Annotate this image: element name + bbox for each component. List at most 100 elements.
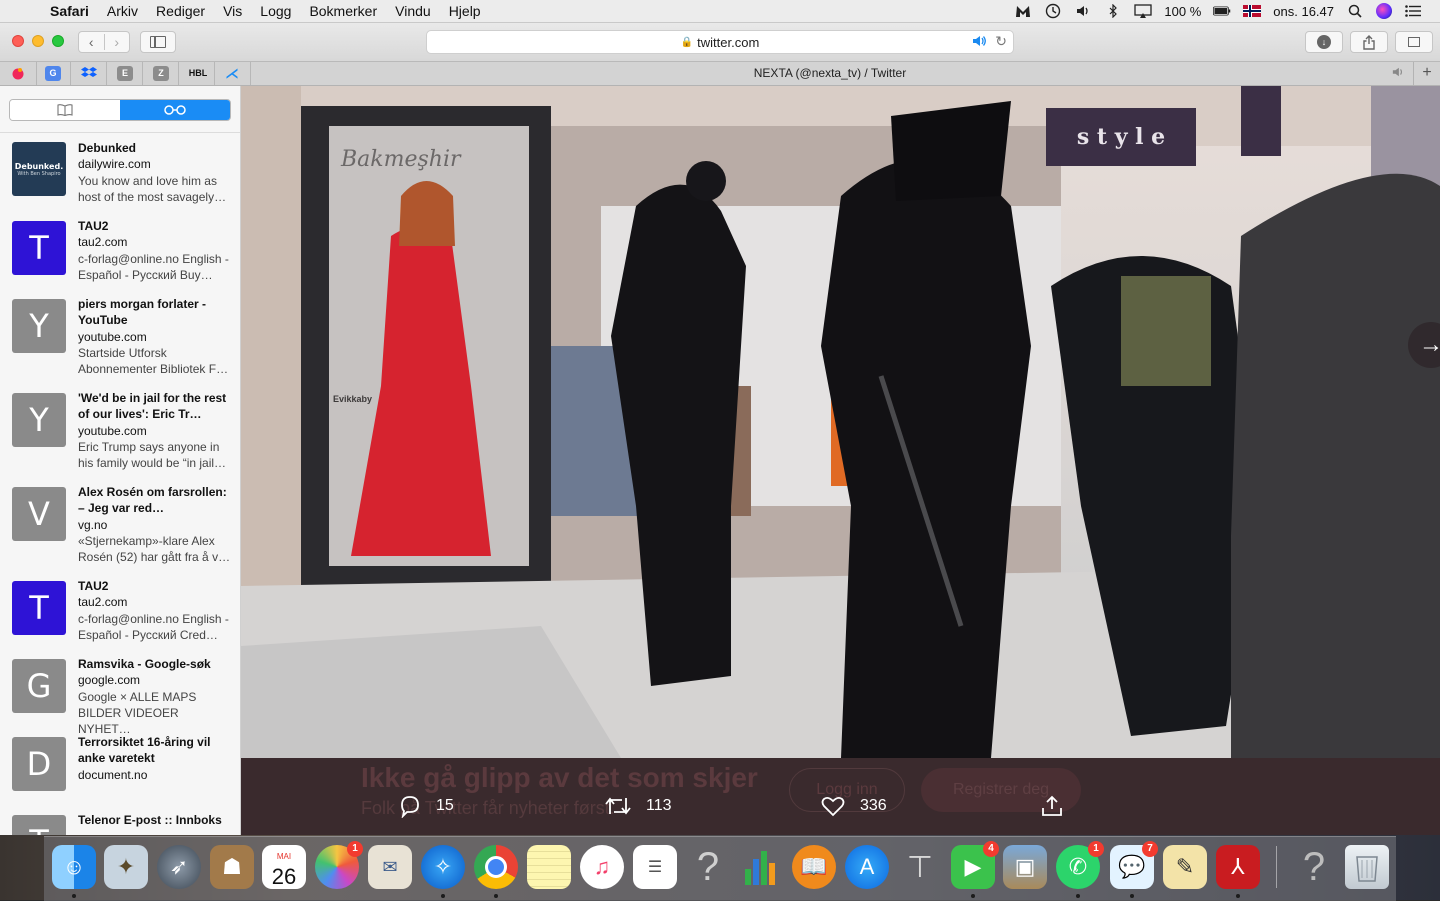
- like-count: 336: [860, 797, 887, 814]
- reading-list-tab[interactable]: [120, 100, 230, 120]
- menu-arkiv[interactable]: Arkiv: [107, 3, 138, 19]
- launchpad-icon[interactable]: ➶: [157, 845, 201, 889]
- tab-audio-icon[interactable]: [971, 34, 987, 51]
- fav-bird-icon[interactable]: ⋌: [224, 66, 240, 81]
- share-tweet-button[interactable]: [1040, 791, 1078, 821]
- item-title: TAU2: [78, 219, 109, 233]
- time-machine-icon[interactable]: [1044, 3, 1062, 19]
- item-thumbnail: D: [12, 737, 66, 791]
- contacts-icon[interactable]: ☗: [210, 845, 254, 889]
- finder-icon[interactable]: ☺: [52, 845, 96, 889]
- sidebar-toggle-button[interactable]: [140, 31, 176, 53]
- store-sign-text: s t y l e: [1077, 124, 1165, 150]
- ibooks-icon[interactable]: 📖: [792, 845, 836, 889]
- siri-icon[interactable]: [1376, 3, 1392, 19]
- bookmarks-tab[interactable]: [10, 100, 120, 120]
- thumbnail-text: Debunked.: [14, 161, 64, 171]
- item-title: piers morgan forlater - YouTube: [78, 297, 207, 328]
- menu-hjelp[interactable]: Hjelp: [449, 3, 481, 19]
- image-capture-icon[interactable]: ✉: [368, 845, 412, 889]
- video-frame[interactable]: s t y l e Bakmeşhir Evikkaby →: [241, 86, 1440, 758]
- whatsapp-icon[interactable]: ✆ 1: [1056, 841, 1104, 889]
- active-tab-title[interactable]: NEXTA (@nexta_tv) / Twitter: [250, 62, 1410, 85]
- running-indicator: [1236, 894, 1240, 898]
- running-indicator: [1076, 894, 1080, 898]
- menu-vis[interactable]: Vis: [223, 3, 242, 19]
- bluetooth-icon[interactable]: [1104, 4, 1122, 18]
- menubar-clock[interactable]: ons. 16.47: [1273, 4, 1334, 19]
- fav-dropbox-icon[interactable]: [81, 66, 97, 81]
- photos-icon[interactable]: 1: [315, 841, 363, 889]
- notes-icon[interactable]: [527, 845, 571, 889]
- item-title: Debunked: [78, 141, 137, 155]
- share-button[interactable]: [1350, 31, 1388, 53]
- battery-icon[interactable]: [1213, 4, 1231, 18]
- malwarebytes-icon[interactable]: [1014, 4, 1032, 18]
- chrome-icon[interactable]: [474, 845, 518, 889]
- item-thumbnail: Debunked. With Ben Shapiro: [12, 142, 66, 196]
- item-description: c-forlag@online.no English - Español - Р…: [78, 251, 229, 282]
- window-close-button[interactable]: [12, 35, 24, 47]
- new-tab-button[interactable]: +: [1413, 62, 1440, 85]
- input-source-flag-icon[interactable]: [1243, 5, 1262, 17]
- volume-icon[interactable]: [1074, 4, 1092, 18]
- window-fullscreen-button[interactable]: [52, 35, 64, 47]
- lock-icon: 🔒: [680, 36, 694, 48]
- menu-bar: Safari Arkiv Rediger Vis Logg Bokmerker …: [0, 0, 1440, 23]
- numbers-icon[interactable]: [739, 845, 783, 889]
- menu-bokmerker[interactable]: Bokmerker: [309, 3, 377, 19]
- photos-badge: 1: [347, 841, 363, 857]
- itunes-icon[interactable]: ♫: [580, 845, 624, 889]
- photo-slideshow-icon[interactable]: ▣: [1003, 845, 1047, 889]
- back-button[interactable]: ‹: [79, 34, 104, 50]
- facetime-icon[interactable]: ▶ 4: [951, 841, 999, 889]
- reply-button[interactable]: 15: [398, 791, 454, 821]
- fav-pocket-icon[interactable]: [10, 66, 26, 81]
- spotlight-search-icon[interactable]: [1346, 4, 1364, 18]
- address-bar[interactable]: 🔒 twitter.com ↻: [426, 30, 1014, 54]
- tab-overview-button[interactable]: [1395, 31, 1433, 53]
- safari-icon[interactable]: ✧: [421, 845, 465, 889]
- downloads-button[interactable]: ↓: [1305, 31, 1343, 53]
- window-minimize-button[interactable]: [32, 35, 44, 47]
- messages-icon[interactable]: 💬 7: [1110, 841, 1158, 889]
- fav-z-icon[interactable]: Z: [153, 66, 169, 81]
- missing-item-icon[interactable]: ?: [1292, 845, 1336, 889]
- item-text: piers morgan forlater - YouTube youtube.…: [78, 296, 234, 377]
- running-indicator: [971, 894, 975, 898]
- item-text: 'We'd be in jail for the rest of our liv…: [78, 390, 234, 471]
- item-description: Google × ALLE MAPS BILDER VIDEOER NYHET…: [78, 689, 197, 737]
- menu-app-name[interactable]: Safari: [50, 3, 89, 19]
- item-domain: document.no: [78, 767, 148, 782]
- apple-menu-icon[interactable]: [20, 3, 36, 19]
- retweet-button[interactable]: 113: [604, 791, 672, 821]
- reminders-icon[interactable]: ☰: [633, 845, 677, 889]
- menu-vindu[interactable]: Vindu: [395, 3, 431, 19]
- poster-brand-text: Evikkaby: [333, 394, 372, 404]
- forward-button[interactable]: ›: [103, 34, 130, 50]
- acrobat-icon[interactable]: ⅄: [1216, 845, 1260, 889]
- app-store-icon[interactable]: A: [845, 845, 889, 889]
- airplay-icon[interactable]: [1134, 4, 1153, 18]
- fav-separator: [36, 62, 37, 85]
- calendar-icon[interactable]: MAI 26: [262, 845, 306, 889]
- fav-e-icon[interactable]: E: [117, 66, 133, 81]
- fav-translate-icon[interactable]: G: [45, 66, 61, 81]
- menu-rediger[interactable]: Rediger: [156, 3, 205, 19]
- like-button[interactable]: 336: [820, 791, 887, 821]
- trash-icon[interactable]: [1345, 845, 1389, 889]
- signup-prompt-heading: Ikke gå glipp av det som skjer: [361, 762, 758, 793]
- menu-logg[interactable]: Logg: [260, 3, 291, 19]
- notification-center-icon[interactable]: [1404, 4, 1422, 18]
- fav-hbl-icon[interactable]: HBL: [186, 66, 210, 81]
- reading-list-sidebar: Debunked. With Ben Shapiro Debunked dail…: [0, 86, 241, 835]
- item-title: Terrorsiktet 16-åring vil anke varetekt: [78, 735, 211, 766]
- running-indicator: [72, 894, 76, 898]
- textedit-icon[interactable]: ✎: [1163, 845, 1207, 889]
- missing-app-icon[interactable]: ?: [686, 845, 730, 889]
- keynote-icon[interactable]: ⊤: [898, 845, 942, 889]
- item-title: TAU2: [78, 579, 109, 593]
- tab-mute-icon[interactable]: [1390, 66, 1406, 81]
- reload-icon[interactable]: ↻: [995, 33, 1007, 50]
- preview-eagle-icon[interactable]: ✦: [104, 845, 148, 889]
